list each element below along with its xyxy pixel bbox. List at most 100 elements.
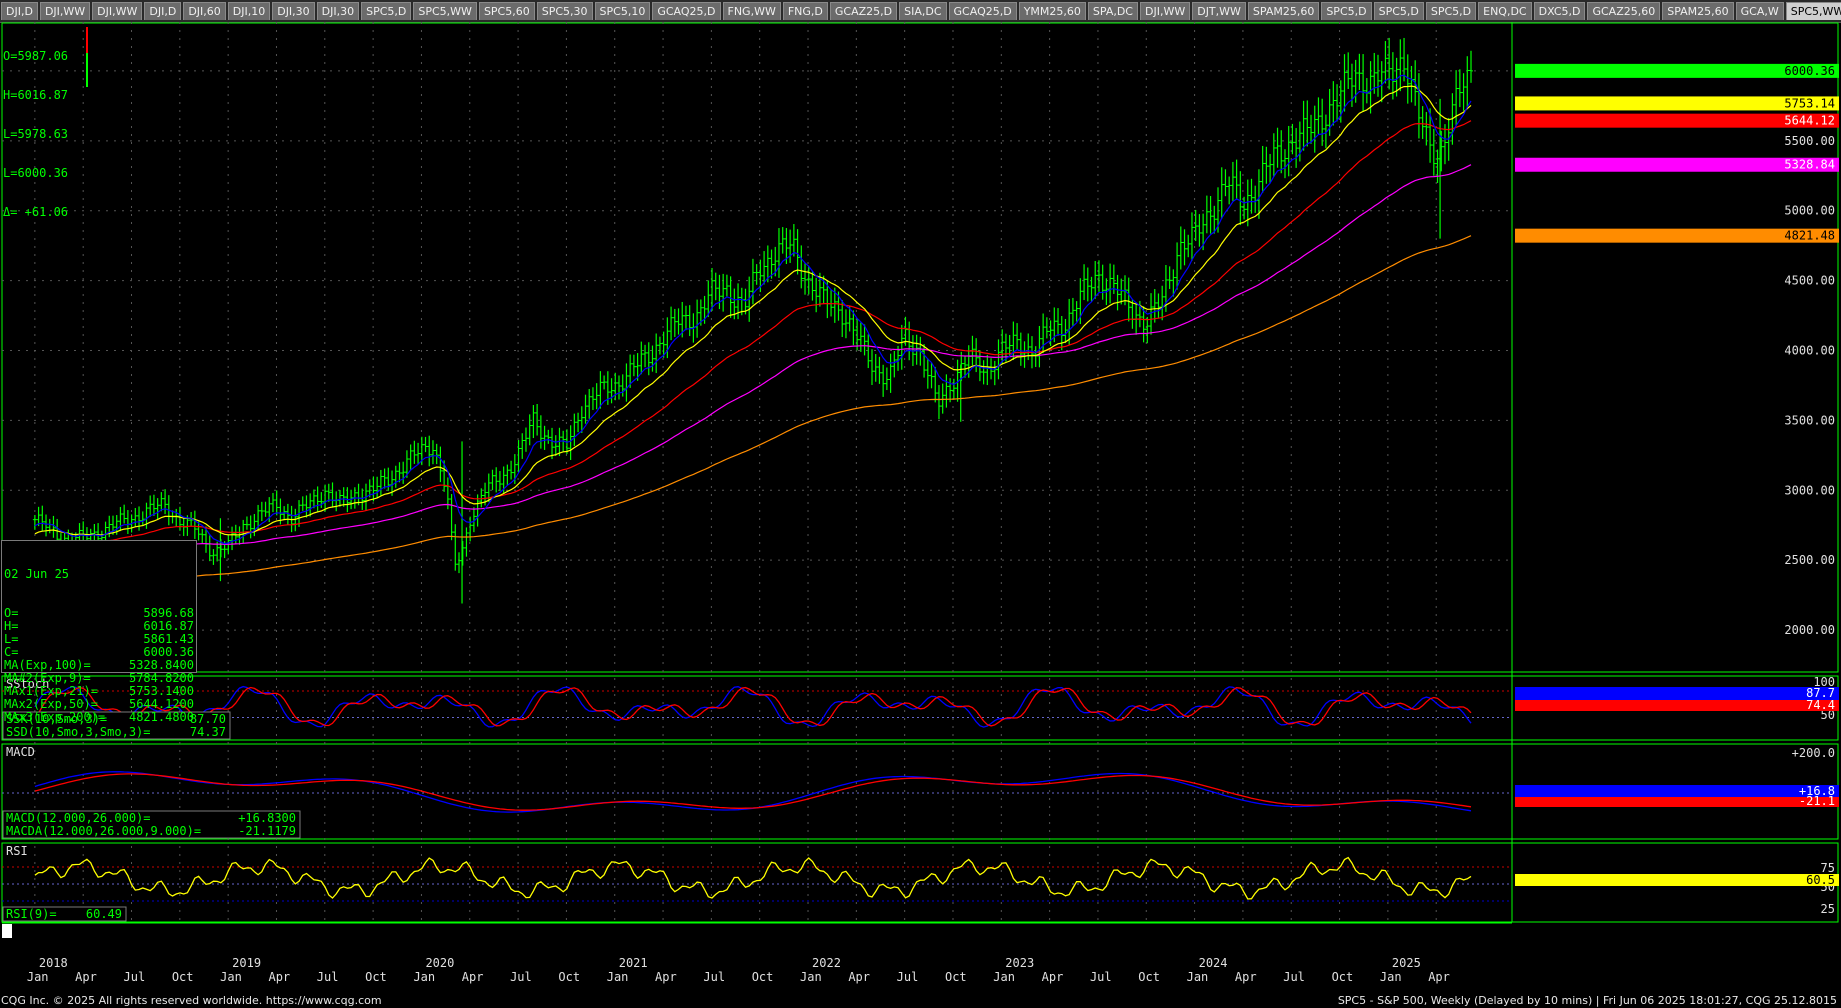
symbol-tab-15[interactable]: FNG,WW: [722, 2, 781, 20]
price-bar: [1465, 56, 1470, 108]
symbol-tab-30[interactable]: GCAZ25,60: [1587, 2, 1661, 20]
symbol-tab-5[interactable]: DJI,60: [183, 2, 226, 20]
price-bar: [371, 476, 376, 502]
bar-date: 02 Jun 25: [4, 567, 70, 581]
price-bar: [1242, 196, 1247, 220]
price-bar: [788, 229, 793, 263]
price-bar: [51, 515, 56, 538]
price-bar: [1167, 266, 1172, 289]
price-value-box-text: 4821.48: [1784, 229, 1835, 243]
price-bar: [646, 342, 651, 376]
price-bar: [992, 360, 997, 386]
price-bar: [1416, 73, 1421, 139]
price-bar: [914, 334, 919, 365]
price-value-box: 5328.84: [1515, 157, 1839, 172]
month-label: Oct: [752, 970, 774, 984]
symbol-tab-12[interactable]: SPC5,30: [536, 2, 593, 20]
price-bar: [416, 442, 421, 465]
symbol-tab-33[interactable]: SPC5,WW: [1785, 2, 1841, 20]
symbol-tab-25[interactable]: SPC5,D: [1321, 2, 1372, 20]
price-bar: [672, 308, 677, 337]
year-label: 2020: [425, 956, 454, 970]
chart-area[interactable]: 2018Jan Apr Jul Oct2019Jan Apr Jul Oct2020Jan A…: [0, 22, 1841, 994]
symbol-tab-9[interactable]: SPC5,D: [361, 2, 412, 20]
symbol-tab-7[interactable]: DJI,30: [272, 2, 315, 20]
price-bar: [750, 258, 755, 305]
price-bar: [32, 514, 37, 530]
symbol-tab-26[interactable]: SPC5,D: [1373, 2, 1424, 20]
price-bar: [1379, 61, 1384, 103]
price-bar: [1305, 100, 1310, 147]
symbol-tab-22[interactable]: DJI,WW: [1140, 2, 1191, 20]
price-bar: [762, 251, 767, 285]
symbol-tab-3[interactable]: DJI,WW: [92, 2, 143, 20]
price-bar: [907, 321, 912, 361]
symbol-tab-13[interactable]: SPC5,10: [594, 2, 651, 20]
price-tick-label: 4500.00: [1784, 274, 1835, 288]
symbol-tab-6[interactable]: DJI,10: [227, 2, 271, 20]
symbol-tab-10[interactable]: SPC5,WW: [413, 2, 477, 20]
symbol-tab-11[interactable]: SPC5,60: [478, 2, 535, 20]
symbol-tab-28[interactable]: ENQ,DC: [1478, 2, 1532, 20]
symbol-tab-31[interactable]: SPAM25,60: [1662, 2, 1734, 20]
symbol-tab-18[interactable]: SIA,DC: [899, 2, 947, 20]
price-bar: [304, 495, 309, 518]
symbol-tab-2[interactable]: DJI,WW: [39, 2, 91, 20]
stoch-d-line: [34, 686, 1472, 727]
price-bar: [925, 358, 930, 389]
symbol-tab-29[interactable]: DXC5,D: [1533, 2, 1586, 20]
month-label: Jan: [27, 970, 49, 984]
macd-title: MACD: [6, 745, 35, 759]
symbol-tab-4[interactable]: DJI,D: [144, 2, 182, 20]
month-label: Jan: [1380, 970, 1402, 984]
rsi-box: [1515, 874, 1839, 886]
month-label: Oct: [172, 970, 194, 984]
symbol-tab-21[interactable]: SPA,DC: [1087, 2, 1138, 20]
price-bar: [1282, 149, 1287, 179]
price-bar: [1357, 53, 1362, 91]
price-bar: [1286, 125, 1291, 177]
price-bar: [754, 264, 759, 285]
rsi-line: [34, 856, 1472, 900]
price-bar: [710, 267, 715, 311]
price-bar: [643, 344, 648, 368]
price-bar: [1082, 264, 1087, 301]
price-bar: [468, 516, 473, 542]
symbol-tab-32[interactable]: GCA,W: [1735, 2, 1784, 20]
month-label: Oct: [1138, 970, 1160, 984]
symbol-tab-27[interactable]: SPC5,D: [1425, 2, 1477, 20]
price-bar: [148, 495, 153, 517]
symbol-tab-14[interactable]: GCAQ25,D: [652, 2, 721, 20]
price-bar: [122, 504, 127, 524]
symbol-tab-23[interactable]: DJT,WW: [1192, 2, 1246, 20]
price-value-box-text: 5753.14: [1784, 96, 1835, 110]
price-bar: [1059, 315, 1064, 351]
price-bar: [334, 491, 339, 512]
symbol-tab-20[interactable]: YMM25,60: [1018, 2, 1086, 20]
symbol-tab-24[interactable]: SPAM25,60: [1247, 2, 1320, 20]
price-bar: [721, 273, 726, 312]
price-bar: [1264, 146, 1269, 184]
price-bar: [263, 501, 268, 517]
price-bar: [230, 526, 235, 551]
symbol-tab-16[interactable]: FNG,D: [782, 2, 828, 20]
quote-up-marker: [86, 53, 88, 87]
symbol-tab-19[interactable]: GCAQ25,D: [948, 2, 1017, 20]
price-bar: [248, 515, 253, 539]
price-bar: [523, 427, 528, 452]
price-bar: [609, 378, 614, 404]
price-bar: [1022, 341, 1027, 368]
price-bar: [616, 375, 621, 400]
price-bar: [200, 528, 205, 544]
price-bar: [1342, 54, 1347, 112]
price-bar: [568, 425, 573, 460]
symbol-tab-8[interactable]: DJI,30: [316, 2, 360, 20]
price-bar: [881, 364, 886, 397]
price-bar: [330, 482, 335, 508]
price-bar: [1442, 124, 1447, 165]
price-bar: [869, 349, 874, 385]
symbol-tab-17[interactable]: GCAZ25,D: [829, 2, 898, 20]
price-bar: [550, 427, 555, 460]
symbol-tab-1[interactable]: DJI,D: [1, 2, 38, 20]
price-bar: [1208, 195, 1213, 234]
